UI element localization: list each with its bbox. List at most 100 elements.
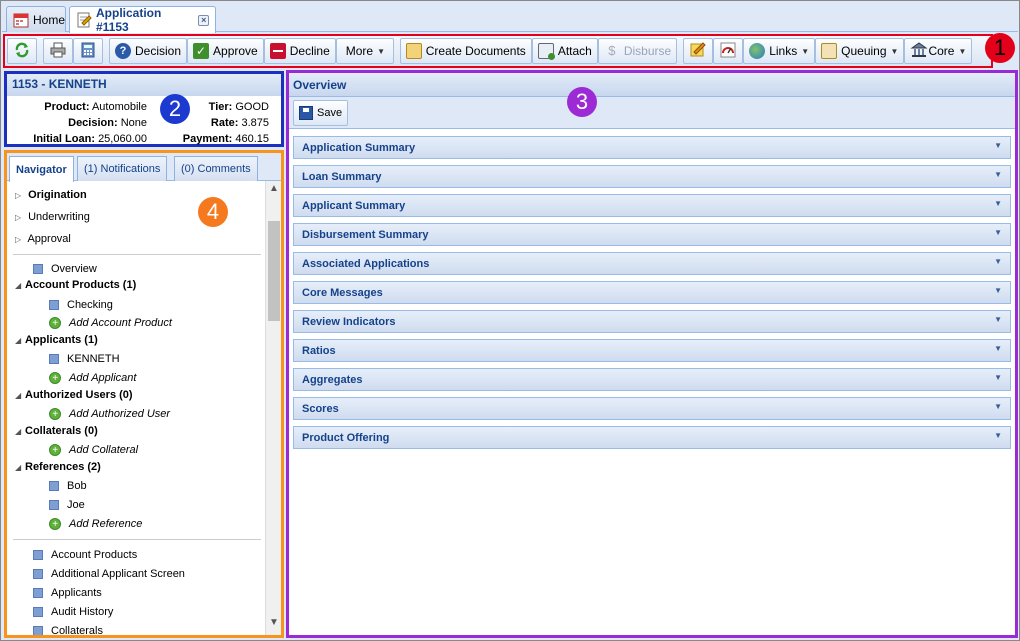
section-scores[interactable]: Scores ▼ [293, 397, 1011, 420]
decision-button[interactable]: ? Decision [109, 38, 188, 64]
section-ratios[interactable]: Ratios ▼ [293, 339, 1011, 362]
help-icon: ? [115, 43, 131, 59]
navigator-panel: Navigator (1) Notifications (0) Comments… [4, 150, 284, 638]
print-button[interactable] [43, 38, 73, 64]
nav-screen-label: Additional Applicant Screen [51, 568, 185, 580]
nav-collaterals[interactable]: ◢ Collaterals (0) [15, 425, 98, 437]
section-core-messages[interactable]: Core Messages ▼ [293, 281, 1011, 304]
credit-report-button[interactable] [713, 38, 744, 64]
scrollbar-thumb[interactable] [268, 221, 280, 321]
decline-label: Decline [289, 44, 330, 58]
decision-label-text: Decision: [68, 117, 118, 129]
core-label: Core [928, 44, 955, 58]
chevron-up-icon[interactable]: ▲ [266, 183, 282, 199]
tab-comments[interactable]: (0) Comments [174, 156, 258, 181]
nav-overview[interactable]: Overview [33, 263, 97, 275]
section-label: Review Indicators [302, 316, 396, 328]
decline-button[interactable]: Decline [263, 38, 336, 64]
nav-screen-label: Applicants [51, 587, 102, 599]
create-documents-button[interactable]: Create Documents [399, 38, 532, 64]
nav-screen-collaterals[interactable]: Collaterals [33, 625, 103, 635]
nav-underwriting[interactable]: ▷ Underwriting [15, 211, 90, 223]
chevron-down-icon: ▼ [801, 46, 810, 56]
more-menu-button[interactable]: More ▼ [335, 38, 394, 64]
tier-value: GOOD [235, 101, 269, 113]
section-aggregates[interactable]: Aggregates ▼ [293, 368, 1011, 391]
nav-add-applicant[interactable]: + Add Applicant [49, 372, 136, 385]
nav-checking[interactable]: Checking [49, 299, 113, 311]
save-button[interactable]: Save [293, 100, 349, 126]
overview-panel: Overview Save Application Summary ▼ Loan … [286, 70, 1018, 638]
disburse-button[interactable]: $ Disburse [597, 38, 678, 64]
summary-title: 1153 - KENNETH [7, 74, 281, 96]
tab-home[interactable]: Home [6, 6, 66, 32]
tab-navigator[interactable]: Navigator [9, 156, 74, 182]
nav-reference-bob-label: Bob [67, 480, 87, 492]
section-application-summary[interactable]: Application Summary ▼ [293, 136, 1011, 159]
section-review-indicators[interactable]: Review Indicators ▼ [293, 310, 1011, 333]
nav-add-collateral[interactable]: + Add Collateral [49, 444, 138, 457]
tab-notifications[interactable]: (1) Notifications [77, 156, 168, 181]
nav-references[interactable]: ◢ References (2) [15, 461, 101, 473]
triangle-down-icon: ◢ [15, 336, 22, 345]
nav-applicant-kenneth[interactable]: KENNETH [49, 353, 120, 365]
payment-row: Payment: 460.15 [147, 133, 269, 145]
globe-icon [749, 43, 766, 59]
nav-reference-bob[interactable]: Bob [49, 480, 87, 492]
save-disk-icon [299, 106, 313, 120]
nav-reference-joe[interactable]: Joe [49, 499, 85, 511]
page-icon [33, 588, 43, 599]
edit-document-icon [76, 12, 92, 28]
nav-origination-label: Origination [28, 189, 87, 201]
overview-sections: Application Summary ▼ Loan Summary ▼ Appli… [293, 136, 1011, 455]
page-icon [49, 481, 59, 492]
nav-screen-applicants[interactable]: Applicants [33, 587, 102, 599]
nav-add-reference[interactable]: + Add Reference [49, 518, 142, 531]
nav-origination[interactable]: ▷ Origination [15, 189, 87, 201]
tab-home-label: Home [33, 12, 66, 27]
queuing-menu-button[interactable]: Queuing ▼ [815, 38, 905, 64]
links-menu-button[interactable]: Links ▼ [743, 38, 816, 64]
section-product-offering[interactable]: Product Offering ▼ [293, 426, 1011, 449]
nav-screen-additional-applicant[interactable]: Additional Applicant Screen [33, 568, 185, 580]
chevron-down-icon: ▼ [994, 344, 1002, 353]
page-icon [33, 607, 43, 618]
section-loan-summary[interactable]: Loan Summary ▼ [293, 165, 1011, 188]
nav-approval[interactable]: ▷ Approval [15, 233, 71, 245]
chevron-down-icon: ▼ [994, 286, 1002, 295]
chevron-down-icon: ▼ [994, 402, 1002, 411]
close-icon[interactable]: × [198, 14, 209, 26]
section-label: Disbursement Summary [302, 229, 429, 241]
attach-button[interactable]: Attach [531, 38, 598, 64]
calculator-button[interactable] [73, 38, 103, 64]
nav-applicants[interactable]: ◢ Applicants (1) [15, 334, 98, 346]
section-disbursement-summary[interactable]: Disbursement Summary ▼ [293, 223, 1011, 246]
overview-toolbar: Save [289, 97, 1015, 129]
page-icon [49, 354, 59, 365]
tab-application[interactable]: Application #1153 × [69, 6, 216, 34]
nav-applicant-name: KENNETH [67, 353, 120, 365]
approve-button[interactable]: ✓ Approve [187, 38, 264, 64]
nav-authorized-users[interactable]: ◢ Authorized Users (0) [15, 389, 133, 401]
links-label: Links [769, 44, 798, 58]
core-menu-button[interactable]: Core ▼ [904, 38, 973, 64]
product-row: Product: Automobile [7, 101, 147, 113]
nav-add-account-product[interactable]: + Add Account Product [49, 317, 172, 330]
nav-screen-audit-history[interactable]: Audit History [33, 606, 113, 618]
approve-label: Approve [213, 44, 258, 58]
callout-badge-2: 2 [160, 94, 190, 124]
chevron-down-icon: ▼ [994, 257, 1002, 266]
bank-icon [910, 41, 928, 62]
chevron-down-icon[interactable]: ▼ [266, 617, 282, 633]
section-applicant-summary[interactable]: Applicant Summary ▼ [293, 194, 1011, 217]
refresh-button[interactable] [7, 38, 37, 64]
tab-navigator-label: Navigator [16, 163, 67, 176]
section-associated-applications[interactable]: Associated Applications ▼ [293, 252, 1011, 275]
nav-account-products[interactable]: ◢ Account Products (1) [15, 279, 136, 291]
navigator-scrollbar[interactable]: ▲ ▼ [265, 181, 281, 635]
nav-add-authorized-user[interactable]: + Add Authorized User [49, 408, 170, 421]
checkmark-icon: ✓ [193, 43, 210, 59]
page-icon [49, 300, 59, 311]
nav-screen-account-products[interactable]: Account Products [33, 549, 137, 561]
note-button[interactable] [683, 38, 714, 64]
